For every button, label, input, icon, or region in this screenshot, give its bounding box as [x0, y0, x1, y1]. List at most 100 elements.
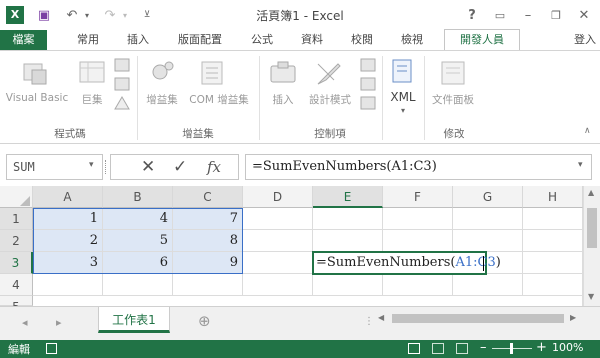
- column-header-b[interactable]: B: [103, 186, 173, 208]
- design-mode-button[interactable]: 設計模式: [304, 92, 356, 107]
- row-header-5[interactable]: 5: [0, 296, 33, 314]
- zoom-out-icon[interactable]: –: [480, 340, 487, 355]
- formula-bar-grip[interactable]: [105, 160, 109, 174]
- horizontal-scrollbar[interactable]: ◀ ▶: [374, 310, 584, 326]
- ribbon-options-icon[interactable]: ▭: [490, 5, 510, 25]
- minimize-button[interactable]: –: [518, 5, 538, 25]
- name-box-dropdown-icon[interactable]: ▾: [89, 160, 94, 170]
- scroll-down-icon[interactable]: ▼: [588, 292, 594, 301]
- document-panel-button[interactable]: 文件面板: [426, 92, 480, 107]
- tab-formulas[interactable]: 公式: [242, 30, 282, 50]
- formula-input[interactable]: =SumEvenNumbers(A1:C3) ▾: [245, 154, 592, 180]
- sheet-tab-active[interactable]: 工作表1: [98, 307, 170, 333]
- macro-security-icon[interactable]: [114, 96, 130, 110]
- help-button[interactable]: ?: [462, 5, 482, 25]
- zoom-in-icon[interactable]: +: [536, 340, 547, 355]
- page-break-view-icon[interactable]: [456, 343, 468, 354]
- insert-control-icon: [268, 58, 298, 88]
- visual-basic-button[interactable]: Visual Basic: [2, 92, 72, 104]
- signin-link[interactable]: 登入: [570, 30, 600, 50]
- cell-g4[interactable]: [453, 274, 523, 296]
- macro-record-icon[interactable]: [46, 343, 57, 354]
- column-header-e[interactable]: E: [313, 186, 383, 208]
- addins-button[interactable]: 增益集: [142, 92, 182, 107]
- cell-f4[interactable]: [383, 274, 453, 296]
- tab-insert[interactable]: 插入: [118, 30, 158, 50]
- vertical-scrollbar[interactable]: ▲ ▼: [583, 186, 600, 306]
- active-cell-e3[interactable]: =SumEvenNumbers(A1:C3): [312, 251, 501, 275]
- page-layout-view-icon[interactable]: [432, 343, 444, 354]
- properties-icon[interactable]: [360, 58, 376, 72]
- column-header-f[interactable]: F: [383, 186, 453, 208]
- xml-button[interactable]: XML: [386, 90, 420, 104]
- tab-file[interactable]: 檔案: [0, 30, 47, 50]
- column-header-a[interactable]: A: [33, 186, 103, 208]
- column-header-c[interactable]: C: [173, 186, 243, 208]
- insert-function-icon[interactable]: fx: [207, 158, 221, 176]
- cell-f2[interactable]: [383, 230, 453, 252]
- horizontal-scroll-thumb[interactable]: [392, 314, 564, 323]
- scroll-up-icon[interactable]: ▲: [588, 188, 594, 197]
- row-header-4[interactable]: 4: [0, 274, 33, 296]
- cell-d3[interactable]: [243, 252, 313, 274]
- cell-d1[interactable]: [243, 208, 313, 230]
- cell-d2[interactable]: [243, 230, 313, 252]
- com-addins-icon: [198, 58, 228, 88]
- scroll-right-icon[interactable]: ▶: [570, 313, 576, 322]
- column-header-h[interactable]: H: [523, 186, 583, 208]
- text-cursor: [483, 256, 484, 271]
- cell-b4[interactable]: [103, 274, 173, 296]
- cell-h1[interactable]: [523, 208, 583, 230]
- cancel-icon[interactable]: ✕: [141, 157, 155, 177]
- cell-e1[interactable]: [313, 208, 383, 230]
- cell-c4[interactable]: [173, 274, 243, 296]
- sheet-next-icon[interactable]: ▸: [56, 316, 62, 329]
- scroll-left-icon[interactable]: ◀: [378, 313, 384, 322]
- name-box[interactable]: SUM ▾: [6, 154, 103, 180]
- cell-e2[interactable]: [313, 230, 383, 252]
- tab-home[interactable]: 常用: [68, 30, 108, 50]
- cell-e4[interactable]: [313, 274, 383, 296]
- cell-g2[interactable]: [453, 230, 523, 252]
- cell-d4[interactable]: [243, 274, 313, 296]
- xml-dropdown-icon[interactable]: ▾: [398, 106, 408, 115]
- enter-icon[interactable]: ✓: [173, 157, 187, 177]
- record-macro-icon[interactable]: [114, 58, 130, 72]
- row-header-1[interactable]: 1: [0, 208, 33, 230]
- view-code-icon[interactable]: [360, 77, 376, 91]
- cell-h4[interactable]: [523, 274, 583, 296]
- cell-h2[interactable]: [523, 230, 583, 252]
- vertical-scroll-thumb[interactable]: [587, 208, 597, 248]
- tab-view[interactable]: 檢視: [392, 30, 432, 50]
- sheet-split-grip[interactable]: ⋮: [364, 316, 374, 327]
- sheet-prev-icon[interactable]: ◂: [22, 316, 28, 329]
- tab-review[interactable]: 校閱: [342, 30, 382, 50]
- column-header-d[interactable]: D: [243, 186, 313, 208]
- edit-formula-prefix: =SumEvenNumbers(A1:C3): [316, 255, 501, 270]
- collapse-ribbon-icon[interactable]: ∧: [584, 126, 596, 136]
- add-sheet-icon[interactable]: ⊕: [198, 312, 211, 330]
- row-header-3[interactable]: 3: [0, 252, 33, 274]
- tab-developer[interactable]: 開發人員: [444, 29, 520, 52]
- ribbon-separator: [382, 56, 383, 140]
- run-dialog-icon[interactable]: [360, 96, 376, 110]
- cell-a4[interactable]: [33, 274, 103, 296]
- tab-data[interactable]: 資料: [292, 30, 332, 50]
- zoom-level[interactable]: 100%: [552, 341, 583, 354]
- row-header-2[interactable]: 2: [0, 230, 33, 252]
- normal-view-icon[interactable]: [408, 343, 420, 354]
- cell-g1[interactable]: [453, 208, 523, 230]
- macros-button[interactable]: 巨集: [74, 92, 110, 107]
- zoom-slider-thumb[interactable]: [510, 343, 513, 354]
- cell-h3[interactable]: [523, 252, 583, 274]
- cell-row5[interactable]: [33, 296, 583, 306]
- cell-f1[interactable]: [383, 208, 453, 230]
- close-button[interactable]: ✕: [574, 5, 594, 25]
- expand-formula-icon[interactable]: ▾: [578, 160, 583, 170]
- insert-control-button[interactable]: 插入: [266, 92, 300, 107]
- restore-button[interactable]: ❐: [546, 5, 566, 25]
- column-header-g[interactable]: G: [453, 186, 523, 208]
- relative-ref-icon[interactable]: [114, 77, 130, 91]
- tab-page-layout[interactable]: 版面配置: [168, 30, 232, 50]
- com-addins-button[interactable]: COM 增益集: [184, 92, 254, 107]
